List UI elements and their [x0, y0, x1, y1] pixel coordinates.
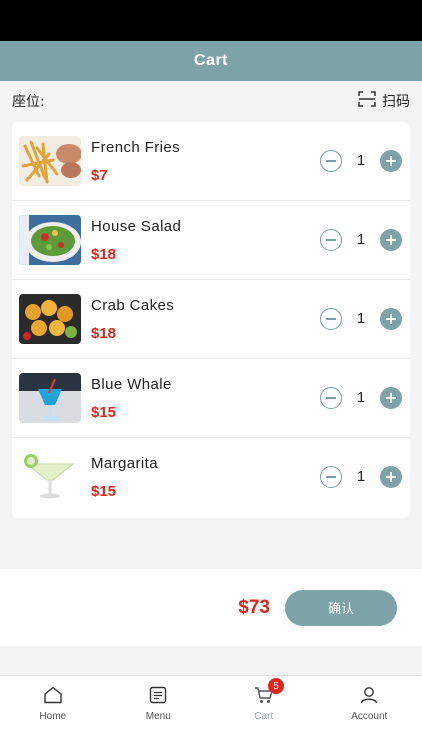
- item-name: Crab Cakes: [91, 297, 175, 314]
- margarita-photo: [19, 452, 81, 502]
- cart-item: Crab Cakes $18 1: [12, 280, 410, 359]
- item-name: Margarita: [91, 455, 158, 472]
- blue-whale-cocktail-photo: [19, 373, 81, 423]
- cart-count-badge: 5: [268, 678, 284, 694]
- minus-icon: [326, 318, 336, 320]
- scan-icon: [358, 90, 376, 112]
- item-price: $7: [91, 167, 108, 184]
- account-icon: [358, 684, 380, 706]
- increase-quantity-button[interactable]: [380, 229, 402, 251]
- cart-item: Margarita $15 1: [12, 438, 410, 517]
- quantity-stepper: 1: [320, 387, 402, 409]
- increase-quantity-button[interactable]: [380, 308, 402, 330]
- tab-account[interactable]: Account: [317, 676, 422, 730]
- item-name: House Salad: [91, 218, 182, 235]
- minus-icon: [326, 239, 336, 241]
- tab-menu[interactable]: Menu: [106, 676, 212, 730]
- quantity-stepper: 1: [320, 229, 402, 251]
- tab-home[interactable]: Home: [0, 676, 106, 730]
- item-price: $18: [91, 325, 117, 342]
- quantity-value: 1: [356, 389, 366, 406]
- decrease-quantity-button[interactable]: [320, 229, 342, 251]
- confirm-button[interactable]: 确认: [285, 589, 397, 626]
- quantity-value: 1: [356, 152, 366, 169]
- quantity-stepper: 1: [320, 466, 402, 488]
- status-bar: [0, 0, 422, 41]
- decrease-quantity-button[interactable]: [320, 150, 342, 172]
- checkout-bar: $73 确认: [0, 569, 422, 646]
- tab-label: Home: [39, 711, 67, 722]
- cart-item: Blue Whale $15 1: [12, 359, 410, 438]
- decrease-quantity-button[interactable]: [320, 466, 342, 488]
- quantity-value: 1: [356, 231, 366, 248]
- cart-item: House Salad $18 1: [12, 201, 410, 280]
- quantity-value: 1: [356, 468, 366, 485]
- tab-label: Cart: [254, 711, 274, 722]
- house-salad-photo: [19, 215, 81, 265]
- item-name: French Fries: [91, 139, 180, 156]
- page-title: Cart: [193, 52, 228, 69]
- minus-icon: [326, 397, 336, 399]
- item-price: $15: [91, 404, 117, 421]
- tab-label: Menu: [145, 711, 171, 722]
- menu-icon: [147, 684, 169, 706]
- scan-button[interactable]: 扫码: [358, 90, 410, 112]
- seat-row: 座位: 扫码: [0, 81, 422, 121]
- decrease-quantity-button[interactable]: [320, 308, 342, 330]
- tab-label: Account: [351, 711, 388, 722]
- tab-cart[interactable]: 5 Cart: [211, 676, 317, 730]
- scan-label: 扫码: [382, 94, 410, 110]
- quantity-value: 1: [356, 310, 366, 327]
- item-price: $15: [91, 483, 117, 500]
- minus-icon: [326, 476, 336, 478]
- page-header: Cart: [0, 41, 422, 81]
- seat-label: 座位:: [12, 94, 45, 110]
- increase-quantity-button[interactable]: [380, 150, 402, 172]
- item-price: $18: [91, 246, 117, 263]
- home-icon: [42, 684, 64, 706]
- item-name: Blue Whale: [91, 376, 172, 393]
- quantity-stepper: 1: [320, 308, 402, 330]
- french-fries-photo: [19, 136, 81, 186]
- cart-item: French Fries $7 1: [12, 122, 410, 201]
- increase-quantity-button[interactable]: [380, 466, 402, 488]
- minus-icon: [326, 160, 336, 162]
- increase-quantity-button[interactable]: [380, 387, 402, 409]
- total-price: $73: [238, 596, 270, 618]
- bottom-tab-bar: Home Menu 5 Cart Account: [0, 675, 422, 730]
- home-indicator-area: [0, 730, 422, 750]
- quantity-stepper: 1: [320, 150, 402, 172]
- crab-cakes-photo: [19, 294, 81, 344]
- decrease-quantity-button[interactable]: [320, 387, 342, 409]
- cart-items-list: French Fries $7 1 House Salad $18 1 Crab…: [12, 122, 410, 518]
